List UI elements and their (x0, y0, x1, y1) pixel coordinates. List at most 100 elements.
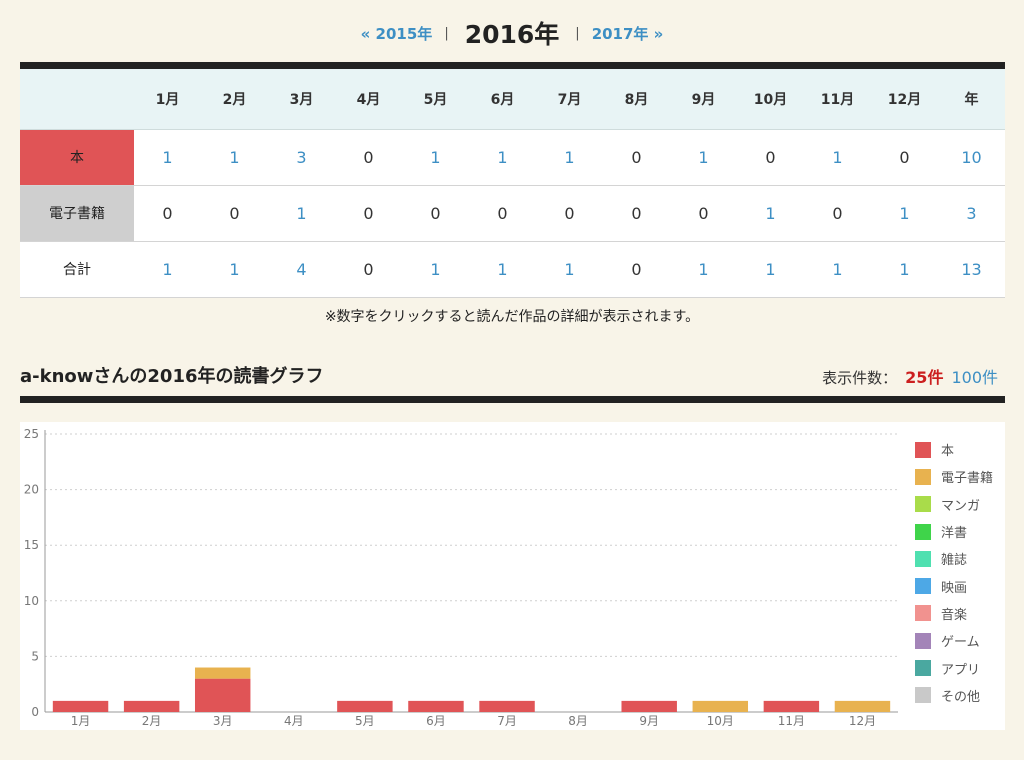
month-count-cell[interactable]: 1 (871, 185, 938, 242)
table-row: 本 1 1 3 0 1 1 1 0 1 0 1 0 10 (20, 129, 1005, 186)
year-total-cell[interactable]: 10 (938, 129, 1005, 186)
year-total-cell[interactable]: 3 (938, 185, 1005, 242)
row-category-label: 本 (20, 129, 134, 186)
prev-year-link[interactable]: « 2015年 (361, 23, 433, 44)
month-header: 3月 (268, 69, 335, 130)
legend-item: 音楽 (915, 600, 1005, 627)
x-tick-label: 4月 (284, 714, 304, 728)
legend-swatch (915, 632, 931, 649)
legend-label: 雑誌 (941, 553, 968, 569)
x-tick-label: 10月 (707, 714, 734, 728)
row-category-label: 合計 (20, 241, 134, 298)
legend-item: 本 (915, 436, 1005, 463)
month-count-cell[interactable]: 1 (469, 129, 536, 186)
x-tick-label: 8月 (568, 714, 588, 728)
nav-separator: | (444, 25, 449, 41)
row-category-label: 電子書籍 (20, 185, 134, 242)
month-count-cell[interactable]: 1 (201, 129, 268, 186)
month-count-cell: 0 (469, 185, 536, 242)
month-count-cell[interactable]: 1 (134, 241, 201, 298)
bar-segment (194, 667, 251, 679)
month-header: 6月 (469, 69, 536, 130)
legend-swatch (915, 687, 931, 704)
display-count-100-link[interactable]: 100件 (951, 364, 998, 388)
month-count-cell[interactable]: 1 (737, 185, 804, 242)
month-header: 8月 (603, 69, 670, 130)
reading-chart-svg: 0 5 10 15 20 25 1月 2月 3月 4月 5月 6月 7月 8月 9月 10月 11月 12月 (24, 427, 898, 728)
click-hint-note: ※数字をクリックすると読んだ作品の詳細が表示されます。 (324, 309, 700, 325)
month-count-cell[interactable]: 1 (670, 241, 737, 298)
month-count-cell: 0 (603, 241, 670, 298)
chart-legend: 本電子書籍 マンガ 洋書 雑誌 映画 音楽 ゲーム アプリ その他 (915, 436, 1005, 709)
legend-item: その他 (915, 682, 1005, 709)
month-count-cell[interactable]: 4 (268, 241, 335, 298)
month-count-cell[interactable]: 1 (871, 241, 938, 298)
month-count-cell[interactable]: 1 (670, 129, 737, 186)
month-count-cell[interactable]: 1 (469, 241, 536, 298)
bar-segment (763, 700, 820, 712)
month-count-cell: 0 (335, 241, 402, 298)
table-header-row: 1月 2月 3月 4月 5月 6月 7月 8月 9月 10月 11月 12月 年 (20, 69, 1005, 130)
month-count-cell[interactable]: 3 (268, 129, 335, 186)
month-count-cell: 0 (335, 185, 402, 242)
graph-divider (20, 396, 1005, 403)
legend-swatch (915, 496, 931, 513)
year-total-header: 年 (938, 69, 1005, 130)
month-count-cell[interactable]: 1 (268, 185, 335, 242)
month-count-cell[interactable]: 1 (402, 129, 469, 186)
legend-swatch (915, 550, 931, 567)
y-tick-label: 20 (24, 483, 39, 497)
legend-swatch (915, 441, 931, 458)
x-tick-label: 9月 (639, 714, 659, 728)
graph-title: a-knowさんの2016年の読書グラフ (20, 366, 324, 387)
month-count-cell[interactable]: 1 (134, 129, 201, 186)
month-header: 10月 (737, 69, 804, 130)
month-header: 9月 (670, 69, 737, 130)
y-tick-label: 10 (24, 594, 39, 608)
month-count-cell: 0 (201, 185, 268, 242)
month-count-cell: 0 (670, 185, 737, 242)
legend-swatch (915, 523, 931, 540)
bar-segment (194, 678, 251, 712)
current-year: 2016年 (464, 20, 560, 49)
month-count-cell[interactable]: 1 (804, 129, 871, 186)
month-header: 12月 (871, 69, 938, 130)
month-count-cell: 0 (603, 129, 670, 186)
year-total-cell[interactable]: 13 (938, 241, 1005, 298)
legend-label: アプリ (941, 662, 981, 678)
month-count-cell: 0 (402, 185, 469, 242)
monthly-stats-table: 1月 2月 3月 4月 5月 6月 7月 8月 9月 10月 11月 12月 年… (20, 62, 1005, 298)
legend-label: 電子書籍 (941, 471, 994, 487)
legend-label: 本 (941, 444, 955, 460)
legend-item: ゲーム (915, 627, 1005, 654)
month-count-cell[interactable]: 1 (804, 241, 871, 298)
month-header: 11月 (804, 69, 871, 130)
x-tick-label: 5月 (355, 714, 375, 728)
y-tick-label: 0 (31, 705, 39, 719)
month-count-cell: 0 (603, 185, 670, 242)
display-count-25: 25件 (905, 368, 944, 387)
legend-label: その他 (941, 689, 981, 705)
legend-swatch (915, 605, 931, 622)
bar-segment (123, 700, 180, 712)
month-header: 4月 (335, 69, 402, 130)
bar-segment (479, 700, 535, 712)
month-count-cell[interactable]: 1 (536, 241, 603, 298)
y-tick-label: 15 (24, 538, 39, 552)
month-count-cell[interactable]: 1 (737, 241, 804, 298)
month-count-cell[interactable]: 1 (536, 129, 603, 186)
reading-chart: 0 5 10 15 20 25 1月 2月 3月 4月 5月 6月 7月 8月 9月 10月 11月 12月 (20, 422, 1005, 730)
y-tick-label: 5 (31, 649, 39, 663)
month-count-cell[interactable]: 1 (402, 241, 469, 298)
legend-label: 洋書 (941, 526, 968, 542)
y-tick-label: 25 (24, 427, 39, 441)
month-header: 5月 (402, 69, 469, 130)
nav-separator: | (575, 25, 580, 41)
month-header: 7月 (536, 69, 603, 130)
legend-swatch (915, 468, 931, 485)
month-count-cell[interactable]: 1 (201, 241, 268, 298)
x-tick-label: 7月 (497, 714, 517, 728)
x-tick-label: 11月 (778, 714, 805, 728)
table-header-corner (20, 69, 134, 130)
next-year-link[interactable]: 2017年 » (592, 23, 664, 44)
